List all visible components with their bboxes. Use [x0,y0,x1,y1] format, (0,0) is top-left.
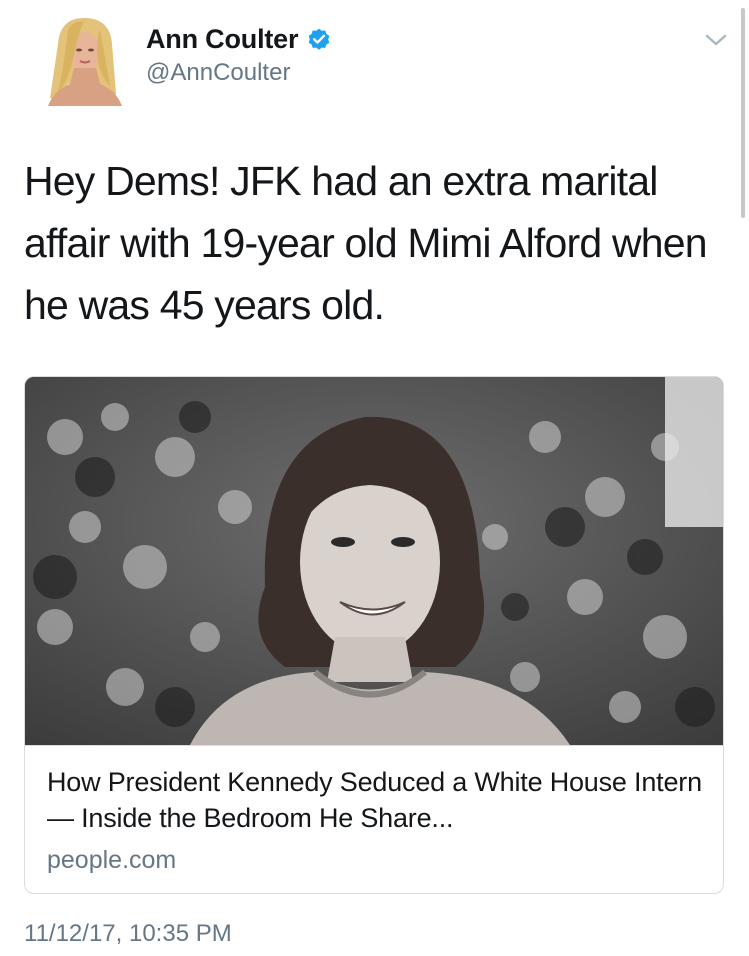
link-card[interactable]: How President Kennedy Seduced a White Ho… [24,376,724,894]
tweet-text: Hey Dems! JFK had an extra marital affai… [24,158,708,328]
author-name-row: Ann Coulter [146,22,332,56]
card-body[interactable]: How President Kennedy Seduced a White Ho… [25,745,723,893]
author-handle[interactable]: @AnnCoulter [146,59,332,87]
tweet: Ann Coulter @AnnCoulter Hey Dems! JFK ha… [0,0,749,956]
card-title[interactable]: How President Kennedy Seduced a White Ho… [47,764,707,836]
card-image[interactable] [25,377,723,745]
tweet-timestamp[interactable]: 11/12/17, 10:35 PM [24,920,232,948]
card-domain[interactable]: people.com [47,846,176,875]
avatar-photo [40,14,128,106]
chevron-down-icon[interactable] [703,30,729,50]
verified-badge-icon [306,26,332,52]
avatar[interactable] [40,14,128,106]
author-block[interactable]: Ann Coulter @AnnCoulter [146,22,332,87]
card-photo [25,377,723,745]
scrollbar[interactable] [741,8,745,218]
author-name[interactable]: Ann Coulter [146,24,298,55]
